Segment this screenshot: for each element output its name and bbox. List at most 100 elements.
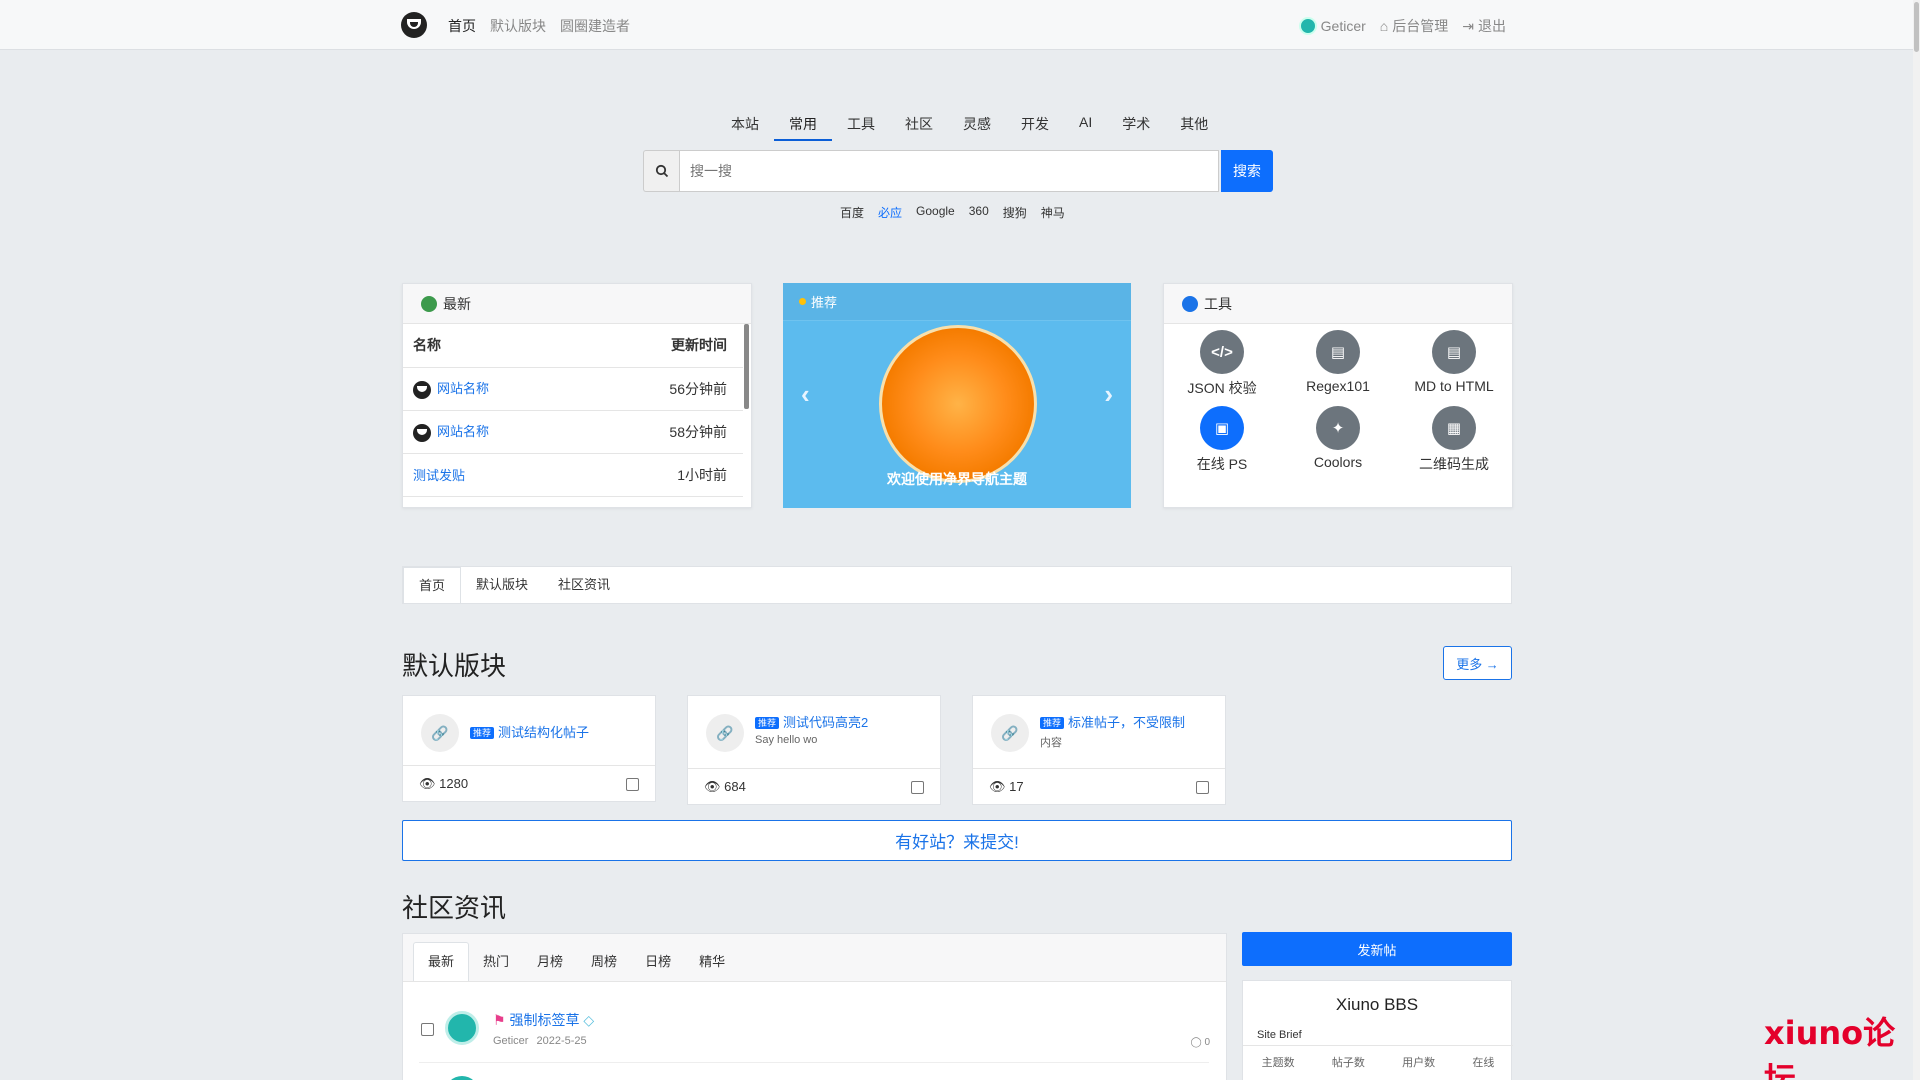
tab-default-board[interactable]: 默认版块 xyxy=(461,567,543,603)
tab-weekly[interactable]: 周榜 xyxy=(577,943,631,981)
carousel-next-icon[interactable]: › xyxy=(1104,379,1113,410)
tab-monthly[interactable]: 月榜 xyxy=(523,943,577,981)
reply-count: ◯ 0 xyxy=(1190,1037,1210,1048)
diamond-icon: ◇ xyxy=(583,1012,595,1028)
latest-table: 名称 更新时间 网站名称 56分钟前 网站名称 58分钟前 测试发贴 1小时前 xyxy=(403,324,743,497)
search-input[interactable] xyxy=(679,150,1219,192)
tool-coolors[interactable]: ✦ Coolors xyxy=(1280,406,1396,474)
search-tab-inspiration[interactable]: 灵感 xyxy=(948,114,1006,141)
submit-site-button[interactable]: 有好站？来提交! xyxy=(402,820,1512,861)
tool-online-ps[interactable]: ▣ 在线 PS xyxy=(1164,406,1280,474)
post-excerpt: 内容 xyxy=(1040,737,1062,749)
view-count: 👁 1280 xyxy=(419,776,468,792)
thread-title[interactable]: ⚑ 强制标签草 ◇ xyxy=(493,1010,594,1030)
nav-item-default-board[interactable]: 默认版块 xyxy=(490,16,546,36)
tab-latest[interactable]: 最新 xyxy=(413,942,470,981)
tab-featured[interactable]: 精华 xyxy=(685,943,739,981)
eye-icon: 👁 xyxy=(419,776,436,791)
post-title[interactable]: 推荐 测试结构化帖子 xyxy=(470,722,589,741)
search-tab-ai[interactable]: AI xyxy=(1064,114,1107,141)
engine-360[interactable]: 360 xyxy=(969,204,989,221)
author-avatar[interactable] xyxy=(445,1076,479,1080)
post-card[interactable]: 🔗 推荐 标准帖子，不受限制 内容 👁 17 xyxy=(972,695,1226,805)
carousel-image[interactable] xyxy=(879,325,1037,483)
engine-shenma[interactable]: 神马 xyxy=(1041,204,1065,221)
view-count-value: 684 xyxy=(724,779,746,794)
search-tab-common[interactable]: 常用 xyxy=(774,114,832,141)
reply-count-value: 0 xyxy=(1204,1037,1210,1048)
site-link[interactable]: 网站名称 xyxy=(437,424,489,439)
wrench-icon xyxy=(1182,295,1198,312)
user-nav: Geticer ⌂ 后台管理 ⇥ 退出 xyxy=(1298,16,1506,36)
dot-icon xyxy=(799,298,806,305)
tab-hot[interactable]: 热门 xyxy=(469,943,523,981)
site-favicon-icon xyxy=(413,423,431,442)
search-tab-other[interactable]: 其他 xyxy=(1165,114,1223,141)
eye-icon: 👁 xyxy=(704,779,721,794)
site-link[interactable]: 网站名称 xyxy=(437,381,489,396)
new-post-button[interactable]: 发新帖 xyxy=(1242,932,1512,966)
tab-community-news[interactable]: 社区资讯 xyxy=(543,567,625,603)
carousel-prev-icon[interactable]: ‹ xyxy=(801,379,810,410)
engine-baidu[interactable]: 百度 xyxy=(840,204,864,221)
latest-scrollbar[interactable] xyxy=(744,324,749,409)
post-checkbox[interactable] xyxy=(1196,780,1209,794)
table-row: 测试发贴 1小时前 xyxy=(403,453,743,497)
tab-daily[interactable]: 日榜 xyxy=(631,943,685,981)
latest-card-header: 最新 xyxy=(403,284,751,324)
engine-google[interactable]: Google xyxy=(916,204,955,221)
home-icon: ⌂ xyxy=(1379,18,1389,34)
tool-qrcode[interactable]: ▦ 二维码生成 xyxy=(1396,406,1512,474)
tab-home[interactable]: 首页 xyxy=(403,567,462,603)
file-icon: ▤ xyxy=(1432,330,1476,374)
tool-label: MD to HTML xyxy=(1414,378,1494,394)
search-button[interactable]: 搜索 xyxy=(1221,150,1273,192)
post-checkbox[interactable] xyxy=(911,780,924,794)
search-tab-site[interactable]: 本站 xyxy=(716,114,774,141)
section-tabbar: 首页 默认版块 社区资讯 xyxy=(402,566,1512,604)
search-tab-community[interactable]: 社区 xyxy=(890,114,948,141)
thread-checkbox[interactable] xyxy=(421,1023,434,1036)
post-title-text: 测试结构化帖子 xyxy=(498,725,590,740)
engine-sogou[interactable]: 搜狗 xyxy=(1003,204,1027,221)
post-title-text: 标准帖子，不受限制 xyxy=(1068,715,1186,730)
table-row: 网站名称 56分钟前 xyxy=(403,367,743,411)
more-button[interactable]: 更多 → xyxy=(1443,646,1512,680)
code-icon: </> xyxy=(1200,330,1244,374)
search-tab-academic[interactable]: 学术 xyxy=(1107,114,1165,141)
post-title[interactable]: 推荐 标准帖子，不受限制 xyxy=(1040,712,1185,731)
table-row: 网站名称 58分钟前 xyxy=(403,410,743,454)
post-card[interactable]: 🔗 推荐 测试结构化帖子 👁 1280 xyxy=(402,695,656,802)
thread-meta: Geticer 2022-5-25 xyxy=(493,1035,587,1047)
tool-md-html[interactable]: ▤ MD to HTML xyxy=(1396,330,1512,398)
post-card[interactable]: 🔗 推荐 测试代码高亮2 Say hello wo 👁 684 xyxy=(687,695,941,805)
post-title[interactable]: 推荐 测试代码高亮2 xyxy=(755,712,868,731)
main-nav: 首页 默认版块 圆圈建造者 xyxy=(448,16,630,36)
author-avatar[interactable] xyxy=(445,1011,479,1045)
admin-link[interactable]: ⌂ 后台管理 xyxy=(1380,16,1448,36)
update-time: 1小时前 xyxy=(584,453,743,497)
page-scrollbar[interactable] xyxy=(1913,0,1920,1080)
qrcode-icon: ▦ xyxy=(1432,406,1476,450)
tools-title: 工具 xyxy=(1204,295,1232,312)
user-menu[interactable]: Geticer xyxy=(1298,17,1366,35)
tool-regex[interactable]: ▤ Regex101 xyxy=(1280,330,1396,398)
stat-users: 用户数 xyxy=(1402,1057,1436,1069)
tool-json[interactable]: </> JSON 校验 xyxy=(1164,330,1280,398)
search-tab-tools[interactable]: 工具 xyxy=(832,114,890,141)
thread-author[interactable]: Geticer xyxy=(493,1035,528,1047)
latest-card: 最新 名称 更新时间 网站名称 56分钟前 网站名称 58分钟前 测试发贴 1小… xyxy=(402,283,752,508)
recommend-badge: 推荐 xyxy=(755,717,780,729)
search-tab-dev[interactable]: 开发 xyxy=(1006,114,1064,141)
logout-link[interactable]: ⇥ 退出 xyxy=(1462,16,1506,36)
site-logo-icon[interactable] xyxy=(401,12,427,38)
scrollbar-thumb[interactable] xyxy=(1914,2,1919,52)
engine-bing[interactable]: 必应 xyxy=(878,204,902,221)
view-count: 👁 684 xyxy=(704,779,746,795)
nav-item-builders[interactable]: 圆圈建造者 xyxy=(560,16,630,36)
post-checkbox[interactable] xyxy=(626,777,639,791)
link-icon: 🔗 xyxy=(991,714,1029,752)
nav-item-home[interactable]: 首页 xyxy=(448,16,476,36)
site-link[interactable]: 测试发贴 xyxy=(413,468,465,483)
tool-label: JSON 校验 xyxy=(1187,380,1257,396)
